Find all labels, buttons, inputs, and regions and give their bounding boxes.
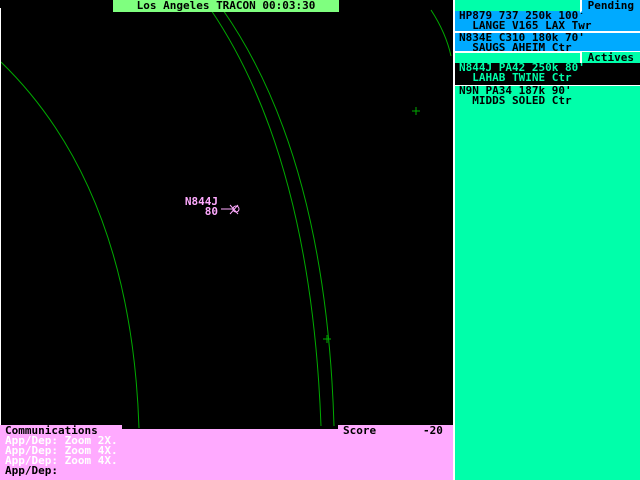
airspace-boundary-arc [430, 9, 452, 57]
strip-line2: LAHAB TWINE Ctr [459, 71, 572, 84]
aircraft-datablock[interactable]: N844J 80 [176, 196, 218, 218]
strip-line2: MIDDS SOLED Ctr [459, 94, 572, 107]
pending-strip[interactable]: N834E C310 180k 70' SAUGS AHEIM Ctr [455, 32, 640, 53]
pending-strip[interactable]: HP879 737 250k 100' LANGE V165 LAX Twr [455, 10, 640, 33]
airspace-boundary-arc [210, 9, 322, 427]
pending-header: Pending [579, 0, 640, 13]
strip-line2: LANGE V165 LAX Twr [459, 19, 592, 32]
active-strip[interactable]: N9N PA34 187k 90' MIDDS SOLED Ctr [455, 85, 640, 107]
flight-strip-panel: HP879 737 250k 100' LANGE V165 LAX Twr N… [453, 0, 640, 480]
command-input[interactable]: App/Dep: [5, 465, 58, 476]
score-label: Score [343, 424, 377, 437]
actives-header: Actives [579, 52, 640, 63]
window-title: Los Angeles TRACON 00:03:30 [113, 0, 339, 12]
communications-panel: Communications Score -20 App/Dep: Zoom 2… [0, 424, 453, 480]
aircraft-symbol [221, 204, 240, 215]
fix-marker [323, 335, 331, 343]
airspace-boundary-arc [0, 61, 140, 429]
active-strip-selected[interactable]: N844J PA42 250k 80' LAHAB TWINE Ctr [455, 62, 640, 85]
radar-map [0, 9, 452, 429]
radar-scope[interactable]: N844J 80 [0, 8, 454, 429]
score-value: -20 [423, 424, 443, 437]
fix-marker [412, 107, 420, 115]
aircraft-altitude: 80 [204, 205, 218, 218]
